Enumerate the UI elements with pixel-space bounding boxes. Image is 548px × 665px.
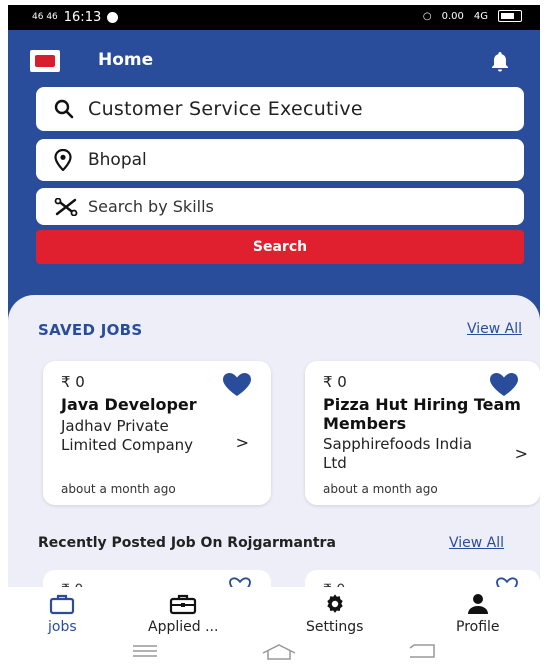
tools-icon — [54, 197, 88, 216]
chevron-right-icon[interactable]: > — [515, 444, 528, 463]
gear-icon — [327, 594, 343, 613]
battery-icon — [498, 10, 522, 22]
home-icon[interactable] — [261, 644, 297, 660]
job-salary: ₹ 0 — [323, 373, 347, 391]
job-title: Pizza Hut Hiring Team Members — [323, 395, 521, 433]
nav-label: Settings — [306, 619, 364, 635]
data-speed: 0.00 — [441, 10, 464, 22]
app-logo — [30, 50, 60, 72]
recent-jobs-title: Recently Posted Job On Rojgarmantra — [38, 535, 336, 551]
keyword-search-input[interactable]: Customer Service Executive — [36, 87, 524, 131]
content-area: SAVED JOBS View All ₹ 0 Java Developer J… — [8, 295, 540, 600]
heart-filled-icon[interactable] — [488, 371, 520, 397]
applied-briefcase-icon — [170, 594, 197, 615]
menu-icon[interactable] — [132, 644, 158, 658]
saved-jobs-title: SAVED JOBS — [38, 321, 143, 339]
search-button[interactable]: Search — [36, 230, 524, 264]
location-pin-icon — [54, 149, 88, 171]
system-navigation-bar — [8, 637, 540, 665]
recent-jobs-view-all-link[interactable]: View All — [449, 535, 504, 551]
keyword-value: Customer Service Executive — [88, 98, 363, 120]
page-title: Home — [98, 50, 154, 70]
saved-job-card[interactable]: ₹ 0 Pizza Hut Hiring Team Members Sapphi… — [305, 361, 540, 505]
status-bar: 46 46 16:13 ○ 0.00 4G — [8, 5, 540, 30]
network-type: 4G — [473, 10, 488, 22]
skills-search-input[interactable]: Search by Skills — [36, 188, 524, 225]
nav-item-applied[interactable]: Applied ... — [148, 593, 218, 635]
job-posted-time: about a month ago — [61, 482, 176, 496]
back-icon[interactable] — [408, 644, 436, 658]
nav-item-profile[interactable]: Profile — [456, 593, 500, 635]
person-icon — [467, 594, 488, 614]
headphones-icon: ○ — [422, 10, 432, 22]
skills-placeholder: Search by Skills — [88, 197, 214, 216]
briefcase-icon — [50, 594, 75, 615]
nav-label: jobs — [48, 619, 77, 635]
bottom-navigation: jobs Applied ... Settings Profile — [8, 587, 540, 637]
job-salary: ₹ 0 — [61, 373, 85, 391]
nav-label: Profile — [456, 619, 500, 635]
job-title: Java Developer — [61, 395, 197, 414]
clock: 16:13 — [63, 10, 102, 25]
heart-filled-icon[interactable] — [221, 371, 253, 397]
nav-item-jobs[interactable]: jobs — [48, 593, 77, 635]
job-company: Jadhav Private Limited Company — [61, 417, 194, 454]
signal-indicator: 46 46 — [32, 12, 58, 22]
location-value: Bhopal — [88, 150, 147, 170]
job-posted-time: about a month ago — [323, 482, 438, 496]
app-screen: 46 46 16:13 ○ 0.00 4G Home Customer Serv… — [8, 5, 540, 665]
saved-jobs-view-all-link[interactable]: View All — [467, 321, 522, 337]
saved-job-card[interactable]: ₹ 0 Java Developer Jadhav Private Limite… — [43, 361, 271, 505]
notification-dot-icon — [107, 12, 119, 23]
job-company: Sapphirefoods India Ltd — [323, 435, 473, 472]
chevron-right-icon[interactable]: > — [236, 433, 249, 452]
bell-icon[interactable] — [488, 50, 512, 74]
nav-item-settings[interactable]: Settings — [306, 593, 363, 635]
nav-label: Applied ... — [148, 619, 219, 635]
location-input[interactable]: Bhopal — [36, 139, 524, 181]
search-icon — [54, 99, 88, 119]
